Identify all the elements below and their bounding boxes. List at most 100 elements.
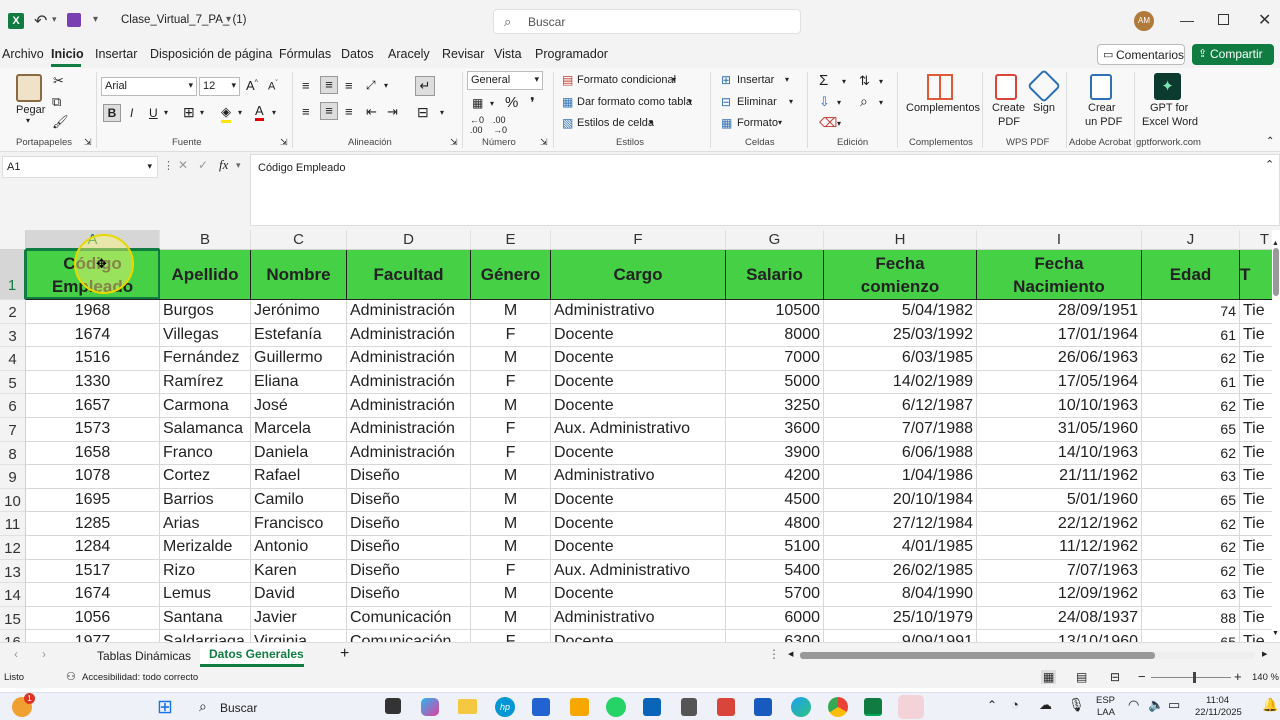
insert-cells-icon[interactable]: ⊞	[721, 73, 731, 87]
avatar[interactable]: AM	[1134, 11, 1154, 31]
increase-indent-icon[interactable]: ⇥	[387, 104, 398, 120]
font-name-select[interactable]: Arial ▾	[101, 77, 197, 96]
cell-C12[interactable]: Antonio	[251, 536, 347, 560]
bold-icon[interactable]: B	[103, 104, 121, 122]
cell-F6[interactable]: Docente	[551, 394, 726, 418]
cell-C15[interactable]: Javier	[251, 606, 347, 631]
cell-I9[interactable]: 21/11/1962	[977, 465, 1142, 489]
comments-button[interactable]: ▭ Comentarios	[1097, 44, 1185, 65]
horizontal-scroll-track[interactable]	[800, 652, 1255, 659]
cell-I13[interactable]: 7/07/1963	[977, 559, 1142, 584]
cell-J13[interactable]: 62	[1142, 559, 1240, 584]
crear-pdf-label-1[interactable]: Crear	[1088, 102, 1116, 114]
cell-E8[interactable]: F	[471, 441, 551, 466]
cell-E4[interactable]: M	[471, 347, 551, 371]
conditional-format-button[interactable]: Formato condicional	[577, 74, 676, 86]
cell-G14[interactable]: 5700	[726, 583, 824, 607]
cell-H9[interactable]: 1/04/1986	[824, 465, 977, 489]
cell-G8[interactable]: 3900	[726, 441, 824, 466]
confirm-entry-icon[interactable]: ✓	[198, 158, 208, 172]
cell-G9[interactable]: 4200	[726, 465, 824, 489]
cell-I2[interactable]: 28/09/1951	[977, 300, 1142, 324]
header-cell-H[interactable]: Fecha comienzo	[824, 250, 977, 300]
keyboard-language-2[interactable]: LAA	[1097, 707, 1115, 718]
cell-A2[interactable]: 1968	[26, 300, 160, 324]
cell-E7[interactable]: F	[471, 418, 551, 442]
cell-H12[interactable]: 4/01/1985	[824, 536, 977, 560]
row-header[interactable]: 11	[0, 512, 26, 536]
number-format-select[interactable]: General ▾	[467, 71, 543, 90]
cell-T8[interactable]: Tie	[1240, 442, 1272, 466]
cell-T7[interactable]: Tie	[1240, 418, 1272, 442]
format-as-table-dropdown-icon[interactable]: ▾	[688, 97, 692, 106]
cell-H2[interactable]: 5/04/1982	[824, 300, 977, 324]
cell-F4[interactable]: Docente	[551, 347, 726, 371]
cell-J8[interactable]: 62	[1142, 441, 1240, 466]
app-icon-store[interactable]	[532, 698, 550, 716]
decrease-indent-icon[interactable]: ⇤	[366, 104, 377, 120]
row-header[interactable]: 12	[0, 536, 26, 560]
row-header[interactable]: 7	[0, 418, 26, 442]
cell-F7[interactable]: Aux. Administrativo	[551, 418, 726, 442]
cell-B12[interactable]: Merizalde	[160, 536, 251, 560]
cell-E2[interactable]: M	[471, 300, 551, 324]
clock-date[interactable]: 22/11/2025	[1195, 707, 1242, 718]
normal-view-icon[interactable]: ▦	[1041, 670, 1057, 684]
cell-I16[interactable]: 13/10/1960	[977, 630, 1142, 642]
conditional-format-dropdown-icon[interactable]: ▾	[672, 75, 676, 84]
format-as-table-icon[interactable]: ▦	[562, 95, 573, 109]
hscroll-left-icon[interactable]: ◀	[788, 650, 793, 658]
menu-programador[interactable]: Programador	[535, 47, 608, 61]
row-header[interactable]: 15	[0, 606, 26, 631]
minimize-icon[interactable]: —	[1180, 12, 1194, 28]
cell-E5[interactable]: F	[471, 370, 551, 395]
close-icon[interactable]: ✕	[1258, 10, 1271, 30]
column-header-G[interactable]: G	[726, 230, 824, 250]
tray-onedrive-icon[interactable]: ☁	[1039, 697, 1052, 713]
cell-B10[interactable]: Barrios	[160, 488, 251, 513]
menu-aracely[interactable]: Aracely	[388, 47, 430, 61]
accessibility-icon[interactable]: ⚇	[66, 670, 76, 683]
cell-D2[interactable]: Administración	[347, 300, 471, 324]
cell-I6[interactable]: 10/10/1963	[977, 394, 1142, 418]
app-icon-terminal[interactable]	[385, 698, 401, 714]
row-header[interactable]: 13	[0, 559, 26, 584]
app-icon-calculator[interactable]	[681, 698, 697, 716]
complementos-button[interactable]: Complementos	[906, 102, 980, 114]
cell-D3[interactable]: Administración	[347, 323, 471, 348]
menu-revisar[interactable]: Revisar	[442, 47, 484, 61]
clock-time[interactable]: 11:04	[1206, 695, 1229, 706]
cell-styles-icon[interactable]: ▧	[562, 116, 573, 130]
comma-style-icon[interactable]: ❜	[530, 94, 535, 112]
add-sheet-icon[interactable]: +	[340, 645, 349, 663]
cell-G16[interactable]: 6300	[726, 630, 824, 642]
cell-E13[interactable]: F	[471, 559, 551, 584]
cell-I10[interactable]: 5/01/1960	[977, 488, 1142, 513]
header-cell-T[interactable]: T	[1240, 250, 1272, 300]
copy-icon[interactable]: ⧉	[52, 94, 61, 110]
column-header-A[interactable]: A	[26, 230, 160, 250]
cell-D7[interactable]: Administración	[347, 418, 471, 442]
row-header[interactable]: 3	[0, 323, 26, 348]
app-icon-outlook[interactable]	[643, 698, 661, 716]
cell-H13[interactable]: 26/02/1985	[824, 559, 977, 584]
name-box[interactable]: A1 ▾	[2, 156, 158, 178]
app-icon-word[interactable]	[754, 698, 772, 716]
conditional-format-icon[interactable]: ▤	[562, 73, 573, 87]
cell-G11[interactable]: 4800	[726, 512, 824, 536]
delete-cells-dropdown-icon[interactable]: ▾	[789, 97, 793, 106]
gpt-label-1[interactable]: GPT for	[1150, 102, 1188, 114]
cell-H11[interactable]: 27/12/1984	[824, 512, 977, 536]
cell-styles-dropdown-icon[interactable]: ▾	[649, 118, 653, 127]
header-cell-F[interactable]: Cargo	[551, 250, 726, 300]
portapapeles-launcher-icon[interactable]: ⇲	[84, 137, 92, 148]
cell-C6[interactable]: José	[251, 394, 347, 418]
cell-B7[interactable]: Salamanca	[160, 418, 251, 442]
app-icon-whatsapp[interactable]	[606, 697, 626, 717]
orientation-dropdown-icon[interactable]: ▾	[384, 81, 388, 90]
font-color-icon[interactable]: A	[255, 103, 264, 121]
row-header[interactable]: 16	[0, 630, 26, 642]
delete-cells-button[interactable]: Eliminar	[737, 96, 777, 108]
column-header-C[interactable]: C	[251, 230, 347, 250]
paste-icon[interactable]	[16, 74, 42, 102]
